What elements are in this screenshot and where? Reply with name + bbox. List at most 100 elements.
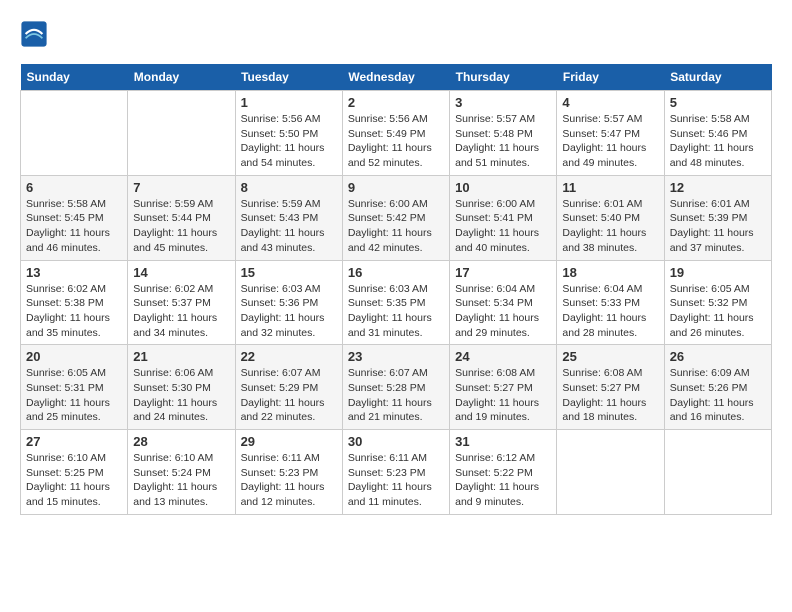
day-info: Sunrise: 6:05 AM Sunset: 5:32 PM Dayligh… [670,282,766,341]
calendar-cell: 6 Sunrise: 5:58 AM Sunset: 5:45 PM Daylig… [21,175,128,260]
day-number: 4 [562,95,658,110]
day-info: Sunrise: 6:10 AM Sunset: 5:24 PM Dayligh… [133,451,229,510]
logo-icon [20,20,48,48]
page-header [20,20,772,48]
day-number: 29 [241,434,337,449]
logo [20,20,52,48]
day-number: 7 [133,180,229,195]
calendar-cell: 22 Sunrise: 6:07 AM Sunset: 5:29 PM Dayli… [235,345,342,430]
weekday-header-tuesday: Tuesday [235,64,342,91]
day-info: Sunrise: 6:03 AM Sunset: 5:36 PM Dayligh… [241,282,337,341]
calendar-cell: 14 Sunrise: 6:02 AM Sunset: 5:37 PM Dayli… [128,260,235,345]
calendar-cell [21,91,128,176]
day-info: Sunrise: 6:10 AM Sunset: 5:25 PM Dayligh… [26,451,122,510]
day-info: Sunrise: 6:12 AM Sunset: 5:22 PM Dayligh… [455,451,551,510]
day-info: Sunrise: 5:56 AM Sunset: 5:49 PM Dayligh… [348,112,444,171]
weekday-header-sunday: Sunday [21,64,128,91]
calendar-cell [557,430,664,515]
calendar-week-row: 1 Sunrise: 5:56 AM Sunset: 5:50 PM Daylig… [21,91,772,176]
calendar-cell: 30 Sunrise: 6:11 AM Sunset: 5:23 PM Dayli… [342,430,449,515]
day-info: Sunrise: 5:58 AM Sunset: 5:45 PM Dayligh… [26,197,122,256]
day-info: Sunrise: 6:00 AM Sunset: 5:42 PM Dayligh… [348,197,444,256]
day-number: 11 [562,180,658,195]
day-number: 12 [670,180,766,195]
weekday-header-thursday: Thursday [450,64,557,91]
calendar-cell [664,430,771,515]
calendar-cell: 3Sunrise: 5:57 AM Sunset: 5:48 PM Daylig… [450,91,557,176]
day-number: 24 [455,349,551,364]
day-number: 26 [670,349,766,364]
weekday-header-monday: Monday [128,64,235,91]
day-number: 9 [348,180,444,195]
day-info: Sunrise: 6:08 AM Sunset: 5:27 PM Dayligh… [562,366,658,425]
day-info: Sunrise: 6:07 AM Sunset: 5:29 PM Dayligh… [241,366,337,425]
calendar-cell: 9 Sunrise: 6:00 AM Sunset: 5:42 PM Daylig… [342,175,449,260]
day-number: 5 [670,95,766,110]
day-info: Sunrise: 5:57 AM Sunset: 5:48 PM Dayligh… [455,112,551,171]
day-info: Sunrise: 5:59 AM Sunset: 5:44 PM Dayligh… [133,197,229,256]
calendar-week-row: 20 Sunrise: 6:05 AM Sunset: 5:31 PM Dayli… [21,345,772,430]
calendar-cell: 18Sunrise: 6:04 AM Sunset: 5:33 PM Dayli… [557,260,664,345]
day-number: 15 [241,265,337,280]
day-info: Sunrise: 6:01 AM Sunset: 5:39 PM Dayligh… [670,197,766,256]
day-number: 27 [26,434,122,449]
calendar-cell: 20 Sunrise: 6:05 AM Sunset: 5:31 PM Dayli… [21,345,128,430]
calendar-cell: 27 Sunrise: 6:10 AM Sunset: 5:25 PM Dayli… [21,430,128,515]
calendar-cell: 11 Sunrise: 6:01 AM Sunset: 5:40 PM Dayli… [557,175,664,260]
day-number: 14 [133,265,229,280]
calendar-cell: 16 Sunrise: 6:03 AM Sunset: 5:35 PM Dayli… [342,260,449,345]
day-info: Sunrise: 6:00 AM Sunset: 5:41 PM Dayligh… [455,197,551,256]
day-number: 21 [133,349,229,364]
calendar-cell: 7 Sunrise: 5:59 AM Sunset: 5:44 PM Daylig… [128,175,235,260]
day-number: 1 [241,95,337,110]
weekday-header-friday: Friday [557,64,664,91]
day-info: Sunrise: 5:56 AM Sunset: 5:50 PM Dayligh… [241,112,337,171]
weekday-header-wednesday: Wednesday [342,64,449,91]
day-number: 23 [348,349,444,364]
day-number: 20 [26,349,122,364]
calendar-week-row: 27 Sunrise: 6:10 AM Sunset: 5:25 PM Dayli… [21,430,772,515]
calendar-cell: 4 Sunrise: 5:57 AM Sunset: 5:47 PM Daylig… [557,91,664,176]
day-number: 28 [133,434,229,449]
day-number: 25 [562,349,658,364]
day-info: Sunrise: 6:11 AM Sunset: 5:23 PM Dayligh… [348,451,444,510]
day-info: Sunrise: 6:11 AM Sunset: 5:23 PM Dayligh… [241,451,337,510]
calendar-cell: 10 Sunrise: 6:00 AM Sunset: 5:41 PM Dayli… [450,175,557,260]
calendar-cell: 26Sunrise: 6:09 AM Sunset: 5:26 PM Dayli… [664,345,771,430]
calendar-cell: 31 Sunrise: 6:12 AM Sunset: 5:22 PM Dayli… [450,430,557,515]
calendar-table: SundayMondayTuesdayWednesdayThursdayFrid… [20,64,772,515]
day-number: 18 [562,265,658,280]
day-number: 10 [455,180,551,195]
day-number: 16 [348,265,444,280]
day-info: Sunrise: 6:06 AM Sunset: 5:30 PM Dayligh… [133,366,229,425]
day-number: 17 [455,265,551,280]
calendar-cell: 2Sunrise: 5:56 AM Sunset: 5:49 PM Daylig… [342,91,449,176]
weekday-header-row: SundayMondayTuesdayWednesdayThursdayFrid… [21,64,772,91]
calendar-cell [128,91,235,176]
day-number: 6 [26,180,122,195]
day-number: 30 [348,434,444,449]
day-info: Sunrise: 5:57 AM Sunset: 5:47 PM Dayligh… [562,112,658,171]
day-info: Sunrise: 6:03 AM Sunset: 5:35 PM Dayligh… [348,282,444,341]
calendar-cell: 21 Sunrise: 6:06 AM Sunset: 5:30 PM Dayli… [128,345,235,430]
calendar-cell: 1 Sunrise: 5:56 AM Sunset: 5:50 PM Daylig… [235,91,342,176]
day-info: Sunrise: 5:58 AM Sunset: 5:46 PM Dayligh… [670,112,766,171]
day-number: 31 [455,434,551,449]
calendar-cell: 13Sunrise: 6:02 AM Sunset: 5:38 PM Dayli… [21,260,128,345]
day-info: Sunrise: 6:02 AM Sunset: 5:37 PM Dayligh… [133,282,229,341]
day-info: Sunrise: 6:01 AM Sunset: 5:40 PM Dayligh… [562,197,658,256]
day-info: Sunrise: 6:02 AM Sunset: 5:38 PM Dayligh… [26,282,122,341]
calendar-cell: 25 Sunrise: 6:08 AM Sunset: 5:27 PM Dayli… [557,345,664,430]
weekday-header-saturday: Saturday [664,64,771,91]
calendar-cell: 19Sunrise: 6:05 AM Sunset: 5:32 PM Dayli… [664,260,771,345]
day-info: Sunrise: 6:08 AM Sunset: 5:27 PM Dayligh… [455,366,551,425]
calendar-cell: 28 Sunrise: 6:10 AM Sunset: 5:24 PM Dayli… [128,430,235,515]
day-number: 8 [241,180,337,195]
day-number: 22 [241,349,337,364]
calendar-cell: 17 Sunrise: 6:04 AM Sunset: 5:34 PM Dayli… [450,260,557,345]
calendar-week-row: 6 Sunrise: 5:58 AM Sunset: 5:45 PM Daylig… [21,175,772,260]
day-info: Sunrise: 6:04 AM Sunset: 5:34 PM Dayligh… [455,282,551,341]
calendar-cell: 24 Sunrise: 6:08 AM Sunset: 5:27 PM Dayli… [450,345,557,430]
calendar-cell: 15 Sunrise: 6:03 AM Sunset: 5:36 PM Dayli… [235,260,342,345]
day-info: Sunrise: 6:05 AM Sunset: 5:31 PM Dayligh… [26,366,122,425]
